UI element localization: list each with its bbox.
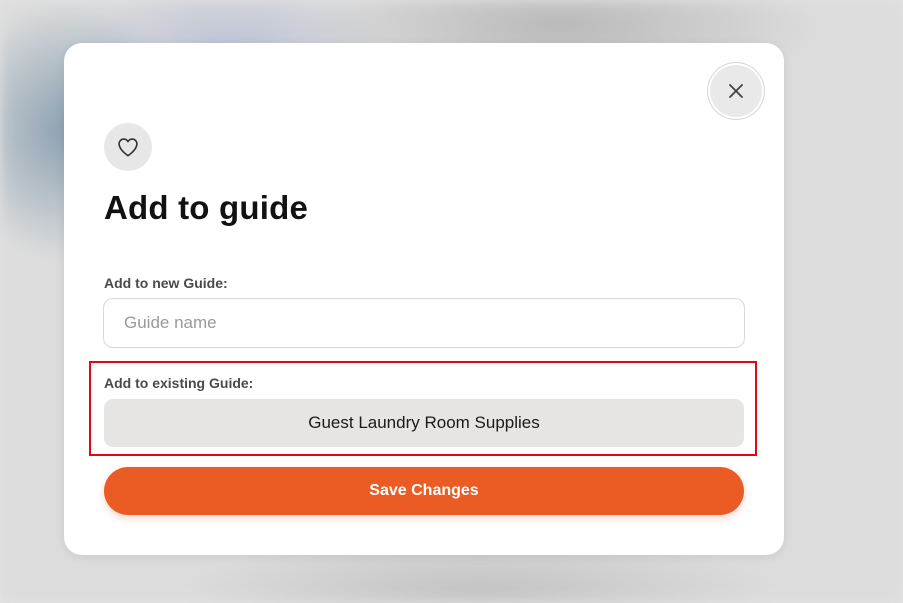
existing-guide-label: Add to existing Guide: <box>104 375 254 391</box>
dialog-title: Add to guide <box>104 189 309 226</box>
existing-guide-option[interactable]: Guest Laundry Room Supplies <box>104 399 744 447</box>
new-guide-label: Add to new Guide: <box>104 275 228 291</box>
heart-badge <box>104 123 152 171</box>
heart-icon <box>118 138 138 157</box>
close-button[interactable] <box>710 65 762 117</box>
guide-name-input[interactable] <box>103 298 745 348</box>
close-icon <box>729 84 743 98</box>
save-changes-button[interactable]: Save Changes <box>104 467 744 515</box>
add-to-guide-dialog: Add to guide Add to new Guide: Add to ex… <box>64 43 784 555</box>
